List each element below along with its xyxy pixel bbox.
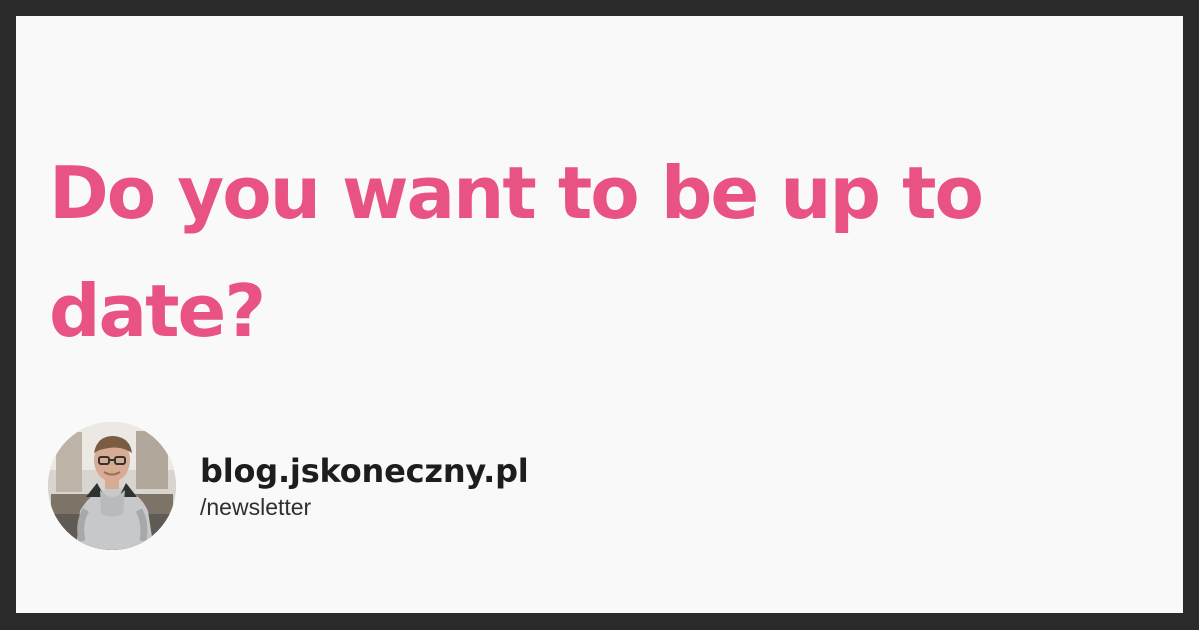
newsletter-path: /newsletter [200, 494, 312, 520]
author-block: blog.jskoneczny.pl /newsletter [48, 421, 529, 551]
site-url: blog.jskoneczny.pl [200, 452, 529, 490]
newsletter-card: Do you want to be up to date? blog.jskon… [16, 16, 1183, 613]
avatar [48, 422, 176, 550]
headline: Do you want to be up to date? [49, 151, 984, 353]
author-text: blog.jskoneczny.pl /newsletter [200, 451, 529, 521]
